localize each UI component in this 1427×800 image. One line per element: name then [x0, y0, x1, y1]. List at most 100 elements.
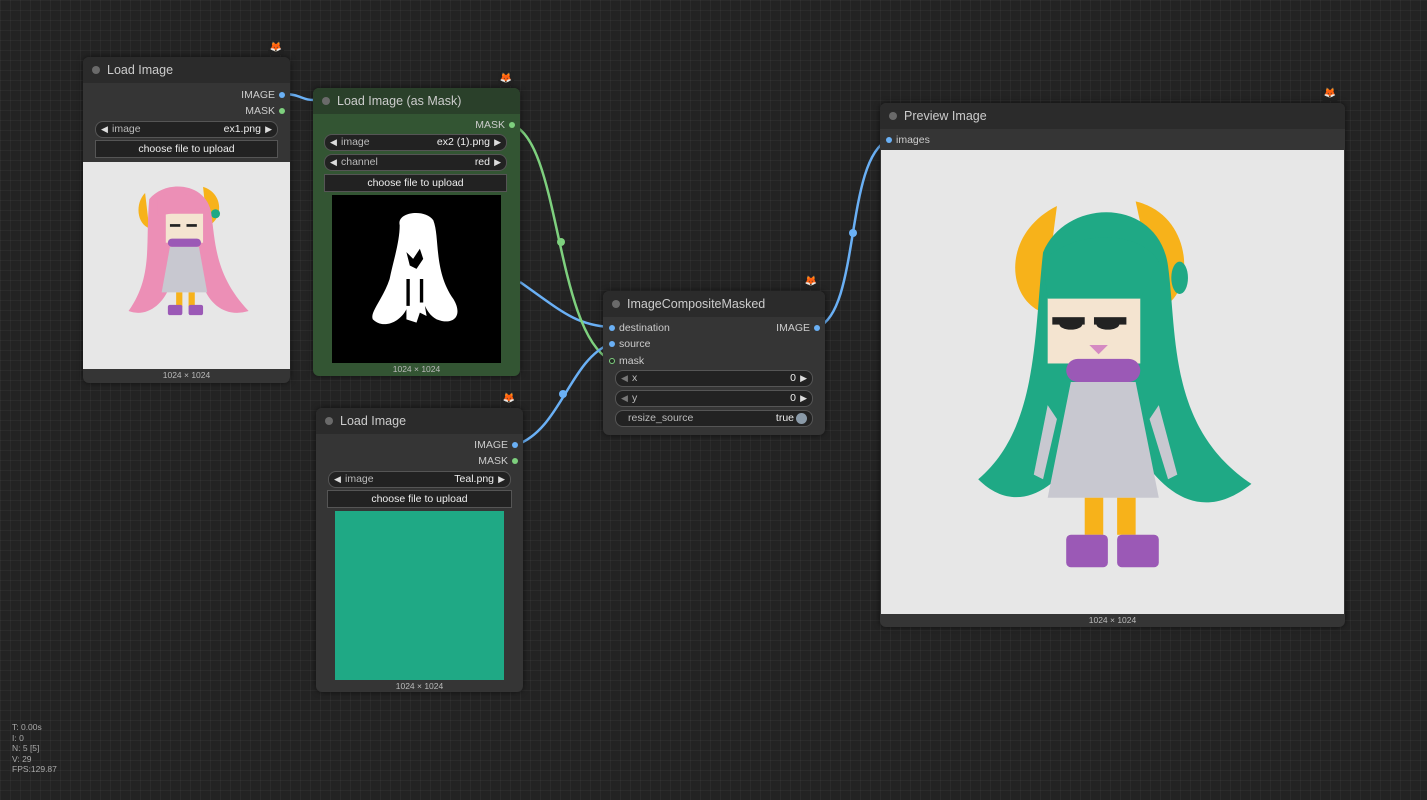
load-image-node-2[interactable]: Load Image IMAGE MASK ◀ image Teal.png ▶…	[316, 408, 523, 692]
link-midpoint[interactable]	[849, 229, 857, 237]
node-title[interactable]: ImageCompositeMasked	[603, 291, 825, 317]
output-label: IMAGE	[776, 322, 810, 334]
arrow-right-icon[interactable]: ▶	[800, 371, 807, 386]
image-combo-widget[interactable]: ◀ image ex1.png ▶	[95, 121, 278, 138]
image-preview	[83, 162, 290, 369]
output-pin[interactable]	[279, 92, 285, 98]
input-images[interactable]: images	[886, 134, 930, 146]
fox-icon: 🦊	[1322, 87, 1338, 101]
upload-button[interactable]: choose file to upload	[324, 174, 507, 192]
widget-name: image	[341, 136, 370, 148]
stat-iterations: I: 0	[12, 732, 24, 743]
widget-name: y	[632, 392, 638, 404]
arrow-left-icon[interactable]: ◀	[330, 155, 337, 170]
load-image-node-1[interactable]: Load Image IMAGE MASK ◀ image ex1.png ▶ …	[83, 57, 290, 383]
node-title-text: Load Image	[107, 63, 174, 77]
output-label: MASK	[478, 455, 508, 467]
upload-button[interactable]: choose file to upload	[327, 490, 512, 508]
input-label: destination	[619, 322, 670, 334]
arrow-right-icon[interactable]: ▶	[498, 472, 505, 487]
output-mask[interactable]: MASK	[478, 455, 518, 467]
collapse-dot[interactable]	[92, 66, 100, 74]
output-image[interactable]: IMAGE	[776, 322, 820, 334]
arrow-right-icon[interactable]: ▶	[265, 122, 272, 137]
input-source[interactable]: source	[609, 338, 651, 350]
input-destination[interactable]: destination	[609, 322, 670, 334]
input-mask[interactable]: mask	[609, 355, 644, 367]
arrow-left-icon[interactable]: ◀	[330, 135, 337, 150]
node-title-text: ImageCompositeMasked	[627, 297, 766, 311]
output-pin[interactable]	[814, 325, 820, 331]
collapse-dot[interactable]	[889, 112, 897, 120]
output-label: MASK	[475, 119, 505, 131]
link-image-to-composite[interactable]	[519, 280, 611, 329]
node-title-text: Load Image (as Mask)	[337, 94, 462, 108]
widget-value: Teal.png	[454, 473, 494, 485]
widget-value: ex2 (1).png	[436, 136, 490, 148]
output-pin[interactable]	[512, 458, 518, 464]
collapse-dot[interactable]	[325, 417, 333, 425]
preview-image-node[interactable]: Preview Image images 1024 × 1024	[880, 103, 1345, 627]
render-stats: T: 0.00s I: 0 N: 5 [5] V: 29 FPS:129.87	[12, 722, 57, 775]
widget-name: image	[112, 123, 141, 135]
fox-icon: 🦊	[803, 275, 819, 289]
output-image[interactable]: IMAGE	[474, 439, 518, 451]
arrow-right-icon[interactable]: ▶	[494, 135, 501, 150]
widget-name: channel	[341, 156, 378, 168]
teal-preview	[335, 511, 504, 680]
x-number-widget[interactable]: ◀ x 0 ▶	[615, 370, 813, 387]
toggle-knob[interactable]	[796, 413, 807, 424]
input-pin[interactable]	[886, 137, 892, 143]
load-image-mask-node[interactable]: Load Image (as Mask) MASK ◀ image ex2 (1…	[313, 88, 520, 376]
stat-visible: V: 29	[12, 753, 32, 764]
input-pin[interactable]	[609, 341, 615, 347]
widget-name: resize_source	[628, 412, 694, 424]
input-pin[interactable]	[609, 358, 615, 364]
fox-icon: 🦊	[268, 41, 284, 55]
node-title[interactable]: Load Image (as Mask)	[313, 88, 520, 114]
link-midpoint[interactable]	[559, 390, 567, 398]
y-number-widget[interactable]: ◀ y 0 ▶	[615, 390, 813, 407]
widget-value: ex1.png	[223, 123, 261, 135]
node-title[interactable]: Load Image	[316, 408, 523, 434]
input-pin[interactable]	[609, 325, 615, 331]
resize-source-toggle[interactable]: resize_source true	[615, 410, 813, 427]
image-combo-widget[interactable]: ◀ image Teal.png ▶	[328, 471, 511, 488]
input-label: mask	[619, 355, 645, 367]
output-pin[interactable]	[512, 442, 518, 448]
link-midpoint[interactable]	[557, 238, 565, 246]
image-combo-widget[interactable]: ◀ image ex2 (1).png ▶	[324, 134, 507, 151]
node-title[interactable]: Load Image	[83, 57, 290, 83]
output-label: IMAGE	[241, 89, 275, 101]
arrow-left-icon[interactable]: ◀	[101, 122, 108, 137]
arrow-right-icon[interactable]: ▶	[800, 391, 807, 406]
node-title[interactable]: Preview Image	[880, 103, 1345, 129]
node-title-text: Preview Image	[904, 109, 987, 123]
output-pin[interactable]	[279, 108, 285, 114]
arrow-left-icon[interactable]: ◀	[621, 391, 628, 406]
upload-button[interactable]: choose file to upload	[95, 140, 278, 158]
output-image[interactable]: IMAGE	[241, 89, 285, 101]
output-pin[interactable]	[509, 122, 515, 128]
collapse-dot[interactable]	[322, 97, 330, 105]
image-dimensions: 1024 × 1024	[162, 370, 211, 380]
widget-value: true	[775, 412, 794, 424]
stat-nodes: N: 5 [5]	[12, 743, 40, 753]
stat-fps: FPS:129.87	[12, 764, 57, 774]
output-preview	[881, 150, 1344, 614]
input-label: images	[896, 134, 930, 146]
channel-combo-widget[interactable]: ◀ channel red ▶	[324, 154, 507, 171]
mask-preview	[332, 195, 501, 363]
character-illustration	[128, 186, 249, 316]
output-mask[interactable]: MASK	[475, 119, 515, 131]
composited-character	[978, 201, 1252, 568]
image-composite-masked-node[interactable]: ImageCompositeMasked destination source …	[603, 291, 825, 435]
image-dimensions: 1024 × 1024	[392, 364, 441, 374]
widget-value: 0	[790, 392, 796, 404]
output-label: IMAGE	[474, 439, 508, 451]
collapse-dot[interactable]	[612, 300, 620, 308]
arrow-left-icon[interactable]: ◀	[621, 371, 628, 386]
arrow-right-icon[interactable]: ▶	[494, 155, 501, 170]
output-mask[interactable]: MASK	[245, 105, 285, 117]
arrow-left-icon[interactable]: ◀	[334, 472, 341, 487]
